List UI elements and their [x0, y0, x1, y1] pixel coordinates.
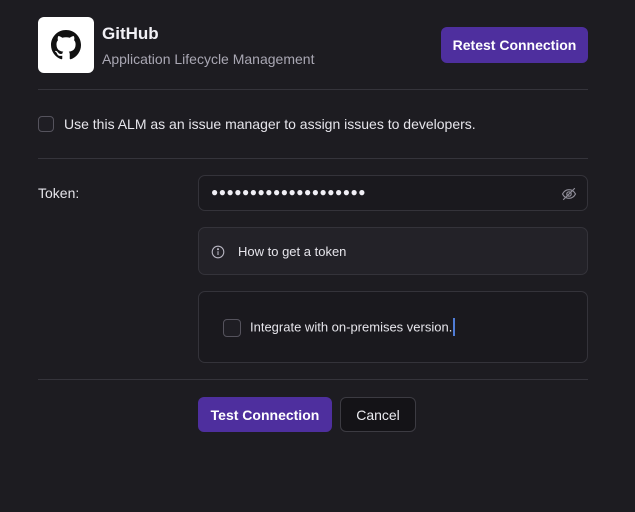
- token-input[interactable]: ●●●●●●●●●●●●●●●●●●●●: [198, 175, 588, 211]
- on-premises-checkbox[interactable]: [223, 319, 241, 337]
- info-icon: [211, 245, 225, 264]
- github-icon: [51, 30, 81, 60]
- text-cursor: [453, 318, 456, 336]
- section-divider: [38, 158, 588, 159]
- issue-manager-checkbox[interactable]: [38, 116, 54, 132]
- token-masked-value[interactable]: ●●●●●●●●●●●●●●●●●●●●: [211, 185, 366, 199]
- test-connection-button[interactable]: Test Connection: [198, 397, 332, 432]
- integration-title: GitHub: [102, 24, 159, 43]
- help-text[interactable]: How to get a token: [238, 244, 346, 259]
- header-divider: [38, 89, 588, 90]
- cancel-button[interactable]: Cancel: [340, 397, 416, 432]
- on-premises-label-text[interactable]: Integrate with on-premises version.: [250, 319, 452, 334]
- token-help-link[interactable]: How to get a token: [198, 227, 588, 275]
- alm-integration-panel: GitHub Application Lifecycle Management …: [0, 0, 635, 512]
- issue-manager-label[interactable]: Use this ALM as an issue manager to assi…: [64, 116, 476, 132]
- retest-connection-button[interactable]: Retest Connection: [441, 27, 588, 63]
- on-premises-label[interactable]: Integrate with on-premises version.: [250, 318, 456, 337]
- github-logo: [38, 17, 94, 73]
- eye-off-icon[interactable]: [561, 186, 577, 207]
- on-premises-section: Integrate with on-premises version.: [198, 291, 588, 363]
- integration-subtitle: Application Lifecycle Management: [102, 51, 315, 67]
- token-label: Token:: [38, 185, 80, 201]
- footer-divider: [38, 379, 588, 380]
